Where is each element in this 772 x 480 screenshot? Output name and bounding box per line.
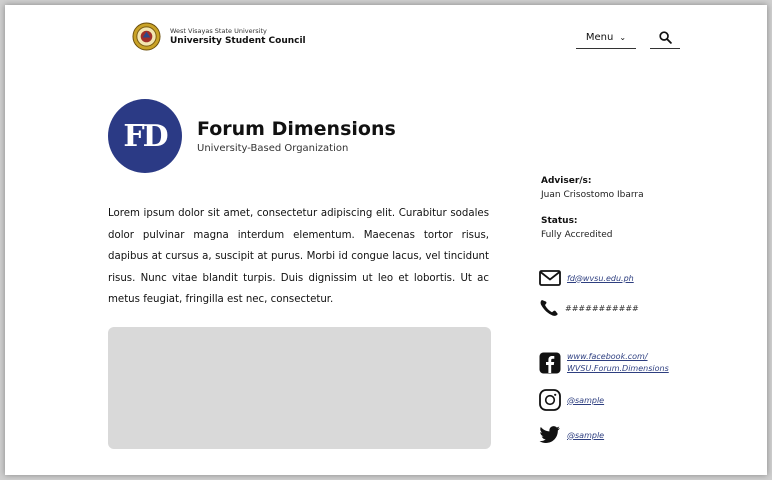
facebook-link-line2[interactable]: WVSU.Forum.Dimensions bbox=[567, 363, 669, 375]
facebook-icon bbox=[539, 352, 561, 374]
org-description: Lorem ipsum dolor sit amet, consectetur … bbox=[108, 208, 489, 305]
search-icon bbox=[658, 30, 672, 44]
menu-label: Menu bbox=[585, 31, 614, 43]
phone-icon bbox=[540, 300, 558, 316]
council-name: University Student Council bbox=[170, 35, 306, 46]
instagram-link[interactable]: @sample bbox=[567, 396, 604, 405]
status-label: Status: bbox=[541, 216, 578, 226]
page: West Visayas State University University… bbox=[5, 5, 767, 475]
org-type: University-Based Organization bbox=[197, 143, 349, 154]
mail-icon bbox=[539, 270, 561, 286]
phone-contact: ########### bbox=[539, 299, 639, 317]
email-link[interactable]: fd@wvsu.edu.ph bbox=[567, 274, 634, 283]
twitter-icon bbox=[539, 426, 560, 444]
twitter-contact[interactable]: @sample bbox=[539, 426, 604, 444]
twitter-link[interactable]: @sample bbox=[567, 431, 604, 440]
org-name: Forum Dimensions bbox=[197, 118, 396, 140]
menu-dropdown[interactable]: Menu ⌄ bbox=[576, 26, 636, 49]
instagram-icon bbox=[539, 389, 561, 411]
university-seal-icon bbox=[132, 22, 161, 51]
search-button[interactable] bbox=[650, 26, 680, 49]
status-value: Fully Accredited bbox=[541, 230, 613, 240]
phone-number: ########### bbox=[565, 303, 639, 313]
email-contact[interactable]: fd@wvsu.edu.ph bbox=[539, 270, 634, 286]
university-name: West Visayas State University bbox=[170, 26, 267, 35]
adviser-value: Juan Crisostomo Ibarra bbox=[541, 190, 644, 200]
instagram-contact[interactable]: @sample bbox=[539, 389, 604, 411]
facebook-link-line1[interactable]: www.facebook.com/ bbox=[567, 351, 669, 363]
adviser-label: Adviser/s: bbox=[541, 176, 592, 186]
org-logo: FD bbox=[108, 99, 182, 173]
chevron-down-icon: ⌄ bbox=[619, 32, 627, 42]
media-placeholder bbox=[108, 327, 491, 449]
brand[interactable]: West Visayas State University University… bbox=[132, 22, 306, 51]
org-logo-text: FD bbox=[123, 118, 168, 154]
facebook-contact[interactable]: www.facebook.com/ WVSU.Forum.Dimensions bbox=[539, 351, 669, 375]
